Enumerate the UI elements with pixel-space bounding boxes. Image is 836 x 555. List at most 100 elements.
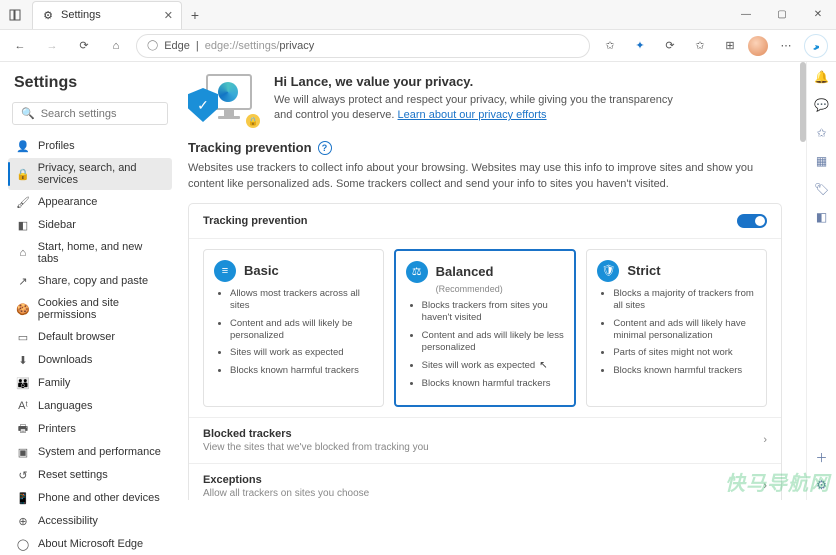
settings-main[interactable]: ✓ 🔒 Hi Lance, we value your privacy. We … [180, 62, 806, 500]
sidebar-item-printers[interactable]: 🖶Printers [8, 418, 172, 440]
tab-actions-button[interactable] [0, 0, 30, 30]
tracking-toggle-row: Tracking prevention [189, 204, 781, 239]
privacy-hero: ✓ 🔒 Hi Lance, we value your privacy. We … [188, 74, 782, 124]
sidebar-item-accessibility[interactable]: ⊕Accessibility [8, 510, 172, 532]
chevron-right-icon: › [763, 480, 767, 492]
sidebar-item-languages[interactable]: Aᵗ Languages [8, 395, 172, 417]
star-icon[interactable]: ✩ [688, 34, 712, 58]
sidebar-item-cookies-and-site-permissions[interactable]: 🍪Cookies and site permissions [8, 293, 172, 325]
hero-body: We will always protect and respect your … [274, 93, 694, 124]
sidebar-item-sidebar[interactable]: ◧ Sidebar [8, 214, 172, 236]
sidebar-item-reset-settings[interactable]: ↺Reset settings [8, 464, 172, 486]
sidebar-item-downloads[interactable]: ⬇Downloads [8, 349, 172, 371]
sidebar-item-system-and-performance[interactable]: ▣ System and performance [8, 441, 172, 463]
exceptions-row[interactable]: Exceptions Allow all trackers on sites y… [189, 464, 781, 500]
family-icon: 👪 [16, 376, 30, 390]
gear-sidebar-icon[interactable]: ⚙ [813, 476, 831, 494]
shield-icon: ✓ [188, 88, 218, 122]
address-bar[interactable]: ◯ Edge | edge://settings/privacy [136, 34, 590, 58]
card-bullet: Content and ads will likely have minimal… [613, 318, 756, 343]
edge-icon: ◯ [16, 537, 30, 551]
sidebar-icon: ◧ [16, 218, 30, 232]
browser-tab[interactable]: ⚙ Settings ✕ [32, 1, 182, 29]
sidebar-item-label: Start, home, and new tabs [38, 241, 164, 265]
sidebar-item-label: Sidebar [38, 219, 76, 231]
sidebar-item-appearance[interactable]: 🖌Appearance [8, 191, 172, 213]
tracking-desc: Websites use trackers to collect info ab… [188, 161, 782, 193]
favorites-icon[interactable]: ✩ [598, 34, 622, 58]
browser-icon: ▭ [16, 330, 30, 344]
card-title: Balanced [436, 264, 494, 279]
close-tab-icon[interactable]: ✕ [164, 9, 173, 22]
refresh-button[interactable]: ⟳ [72, 34, 96, 58]
shield-icon: 🛡 [597, 260, 619, 282]
titlebar: ⚙ Settings ✕ + — ▢ ✕ [0, 0, 836, 30]
plus-sidebar-icon[interactable]: ＋ [813, 448, 831, 466]
card-bullet: Sites will work as expected↖ [422, 359, 565, 372]
bing-button[interactable] [804, 34, 828, 58]
app-icon[interactable]: ◧ [813, 208, 831, 226]
grid-icon[interactable]: ▦ [813, 152, 831, 170]
card-title: Strict [627, 263, 660, 278]
sidebar-item-profiles[interactable]: 👤Profiles [8, 135, 172, 157]
sidebar-item-label: Accessibility [38, 515, 98, 527]
scrollbar[interactable] [800, 62, 806, 142]
new-tab-button[interactable]: + [182, 2, 208, 28]
hero-graphic: ✓ 🔒 [188, 74, 258, 124]
sync-icon[interactable]: ⟳ [658, 34, 682, 58]
card-bullet: Sites will work as expected [230, 347, 373, 359]
sidebar-item-about-microsoft-edge[interactable]: ◯About Microsoft Edge [8, 533, 172, 555]
maximize-button[interactable]: ▢ [764, 0, 800, 30]
collections-icon[interactable]: ⊞ [718, 34, 742, 58]
sidebar-item-share-copy-and-paste[interactable]: ↗Share, copy and paste [8, 270, 172, 292]
puzzle-icon[interactable]: ✦ [628, 34, 652, 58]
chevron-right-icon: › [763, 434, 767, 446]
sidebar-item-default-browser[interactable]: ▭Default browser [8, 326, 172, 348]
hero-title: Hi Lance, we value your privacy. [274, 74, 694, 89]
lock-icon: 🔒 [246, 114, 260, 128]
sidebar-item-label: Languages [38, 400, 92, 412]
forward-button[interactable]: → [40, 34, 64, 58]
search-settings[interactable]: 🔍 [12, 102, 168, 125]
tracking-heading: Tracking prevention ? [188, 140, 782, 155]
person-icon: 👤 [16, 139, 30, 153]
tracking-card-basic[interactable]: ≡BasicAllows most trackers across all si… [203, 249, 384, 407]
tracking-card-balanced[interactable]: ⚖Balanced(Recommended)Blocks trackers fr… [394, 249, 577, 407]
phone-icon: 📱 [16, 491, 30, 505]
card-bullet: Blocks known harmful trackers [422, 378, 565, 390]
sidebar-item-privacy-search-and-services[interactable]: 🔒Privacy, search, and services [8, 158, 172, 190]
address-text: edge://settings/privacy [205, 40, 314, 52]
printer-icon: 🖶 [16, 422, 30, 436]
search-input[interactable] [41, 108, 183, 120]
address-brand: Edge [164, 40, 190, 52]
settings-heading: Settings [14, 74, 166, 92]
download-icon: ⬇ [16, 353, 30, 367]
gear-icon: ⚙ [41, 8, 55, 22]
edge-icon: ◯ [147, 40, 158, 51]
sidebar-item-family[interactable]: 👪Family [8, 372, 172, 394]
sidebar-item-label: Phone and other devices [38, 492, 160, 504]
settings-nav: 👤Profiles🔒Privacy, search, and services🖌… [8, 135, 172, 555]
home-button[interactable]: ⌂ [104, 34, 128, 58]
bell-icon[interactable]: 🔔 [813, 68, 831, 86]
hero-link[interactable]: Learn about our privacy efforts [398, 109, 547, 121]
sidebar-item-start-home-and-new-tabs[interactable]: ⌂Start, home, and new tabs [8, 237, 172, 269]
minimize-button[interactable]: — [728, 0, 764, 30]
sidebar-item-label: System and performance [38, 446, 161, 458]
info-icon[interactable]: ? [318, 141, 332, 155]
card-recommended: (Recommended) [436, 284, 565, 294]
card-bullet: Blocks known harmful trackers [613, 365, 756, 377]
lang-icon: Aᵗ [16, 399, 30, 413]
back-button[interactable]: ← [8, 34, 32, 58]
chat-icon[interactable]: 💬 [813, 96, 831, 114]
sidebar-item-phone-and-other-devices[interactable]: 📱 Phone and other devices [8, 487, 172, 509]
system-icon: ▣ [16, 445, 30, 459]
profile-avatar[interactable] [748, 36, 768, 56]
tracking-card-strict[interactable]: 🛡StrictBlocks a majority of trackers fro… [586, 249, 767, 407]
blocked-trackers-row[interactable]: Blocked trackers View the sites that we'… [189, 418, 781, 464]
close-window-button[interactable]: ✕ [800, 0, 836, 30]
star-sidebar-icon[interactable]: ✩ [813, 124, 831, 142]
tracking-toggle[interactable] [737, 214, 767, 228]
more-icon[interactable]: ⋯ [774, 34, 798, 58]
tag-icon[interactable]: 🏷 [813, 180, 831, 198]
